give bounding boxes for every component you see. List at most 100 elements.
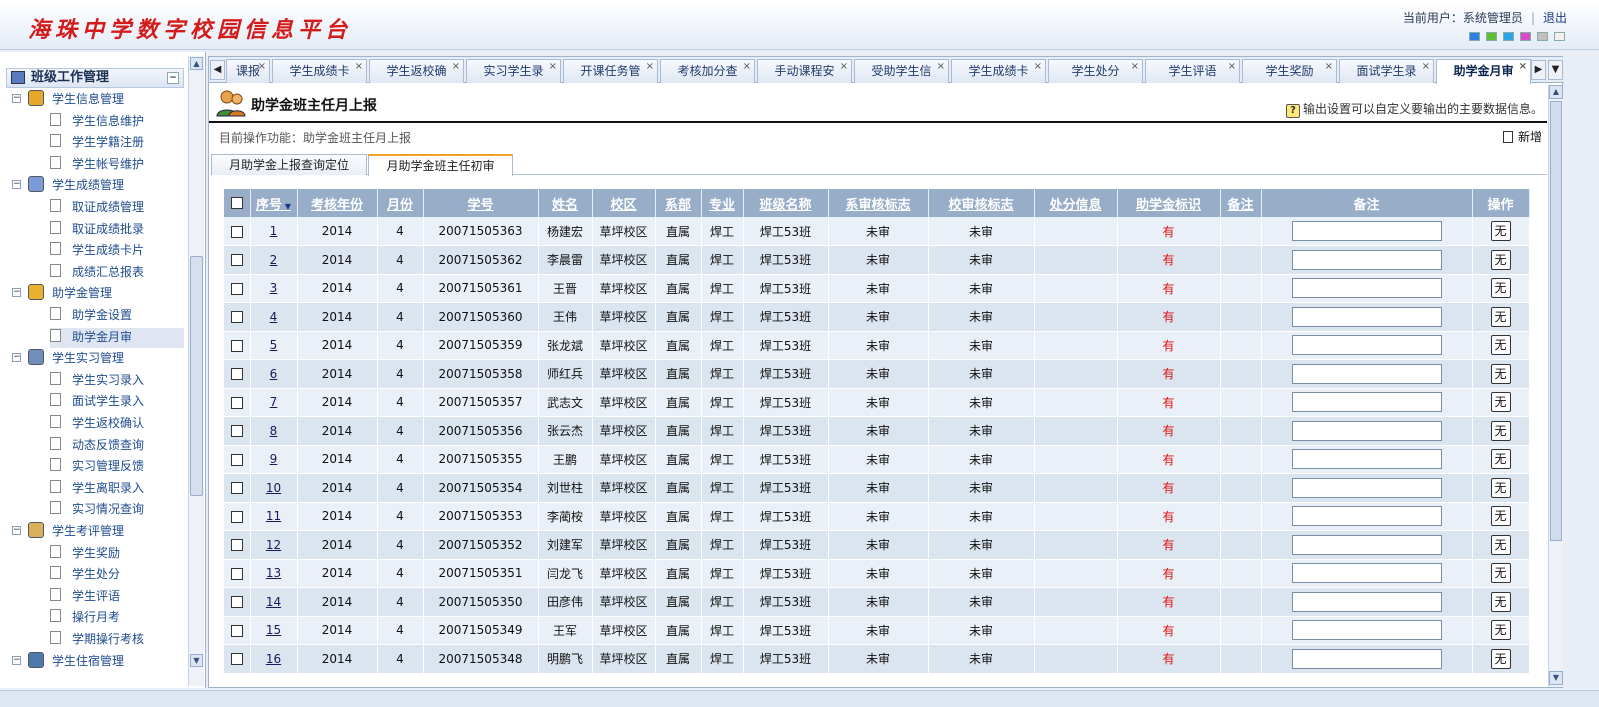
checkbox-icon[interactable] [230,254,243,267]
sidebar-item[interactable]: 取证成绩批录 [50,220,184,240]
close-icon[interactable]: × [355,56,363,78]
close-icon[interactable]: × [1422,56,1430,78]
sidebar-item[interactable]: 学生信息维护 [50,112,184,132]
column-header[interactable]: 序号 ▼ [250,189,298,217]
main-scrollbar[interactable]: ▲ ▼ [1548,85,1563,687]
theme-swatch-5[interactable] [1537,32,1548,41]
tab-prev-icon[interactable]: ◀ [210,60,225,80]
close-icon[interactable]: × [743,56,751,78]
close-icon[interactable]: × [937,56,945,78]
tab-item[interactable]: 学生成绩卡 × [272,59,367,83]
logout-link[interactable]: 退出 [1543,11,1567,25]
column-header[interactable]: 学号 [423,189,539,217]
tab-item[interactable]: 学生返校确 × [369,59,464,83]
column-header[interactable]: 助学金标识 [1117,189,1221,217]
operation-button[interactable]: 无 [1490,591,1511,612]
sidebar-item[interactable]: 学生离职录入 [50,479,184,499]
remark-input[interactable] [1291,449,1442,470]
checkbox-icon[interactable] [230,282,243,295]
checkbox-icon[interactable] [230,311,243,324]
cell-row-index[interactable]: 4 [250,302,298,332]
sidebar-item[interactable]: 面试学生录入 [50,392,184,412]
sidebar-item[interactable]: 学生帐号维护 [50,155,184,175]
tab-item[interactable]: 学生处分 × [1048,59,1143,83]
column-header[interactable]: 姓名 [538,189,593,217]
column-header[interactable]: 系部 [655,189,702,217]
checkbox-icon[interactable] [230,197,243,209]
tab-item[interactable]: 实习学生录 × [466,59,561,83]
column-header[interactable]: 专业 [701,189,744,217]
checkbox-icon[interactable] [230,453,243,466]
column-header[interactable]: 系审核标志 [828,189,929,217]
tab-next-icon[interactable]: ▶ [1531,60,1546,80]
sidebar-item[interactable]: 学生学籍注册 [50,133,184,153]
operation-button[interactable]: 无 [1490,506,1511,527]
remark-input[interactable] [1291,591,1442,612]
close-icon[interactable]: × [1325,56,1333,78]
row-checkbox[interactable] [224,616,251,645]
collapse-icon[interactable]: − [12,180,21,190]
remark-input[interactable] [1291,563,1442,584]
row-checkbox[interactable] [224,587,251,617]
sidebar-item[interactable]: 助学金设置 [50,306,184,326]
operation-button[interactable]: 无 [1490,249,1511,270]
tab-item[interactable]: 学生奖励 × [1242,59,1337,83]
tab-item[interactable]: 手动课程安 × [757,59,852,83]
row-checkbox[interactable] [224,644,251,674]
column-header[interactable]: 处分信息 [1034,189,1118,217]
cell-row-index[interactable]: 12 [250,530,298,560]
row-checkbox[interactable] [224,302,251,332]
operation-button[interactable]: 无 [1490,392,1511,413]
sidebar-item[interactable]: 动态反馈查询 [50,436,184,456]
remark-input[interactable] [1291,335,1442,356]
close-icon[interactable]: × [1228,56,1236,78]
output-hint[interactable]: ? 输出设置可以自定义要输出的主要数据信息。 [1285,100,1543,118]
sidebar-item[interactable]: 学生评语 [50,587,184,607]
cell-row-index[interactable]: 8 [250,416,298,446]
remark-input[interactable] [1291,221,1442,241]
row-checkbox[interactable] [224,502,251,531]
collapse-icon[interactable]: − [12,353,21,363]
remark-input[interactable] [1291,420,1442,441]
close-icon[interactable]: × [840,56,848,78]
cell-row-index[interactable]: 9 [250,445,298,474]
close-icon[interactable]: × [1034,56,1042,78]
cell-row-index[interactable]: 10 [250,473,298,503]
operation-button[interactable]: 无 [1490,363,1511,384]
row-checkbox[interactable] [224,530,251,560]
main-scroll-thumb[interactable] [1550,101,1562,541]
operation-button[interactable]: 无 [1490,563,1511,584]
sidebar-item[interactable]: 实习情况查询 [50,500,184,520]
checkbox-icon[interactable] [230,368,243,381]
sidebar-item[interactable]: 学生实习录入 [50,371,184,391]
sidebar-item[interactable]: 学期操行考核 [50,630,184,650]
operation-button[interactable]: 无 [1490,648,1511,669]
row-checkbox[interactable] [224,274,251,303]
operation-button[interactable]: 无 [1490,534,1511,555]
cell-row-index[interactable]: 7 [250,388,298,417]
checkbox-icon[interactable] [230,396,243,409]
cell-row-index[interactable]: 2 [250,245,298,275]
checkbox-icon[interactable] [230,596,243,609]
row-checkbox[interactable] [224,331,251,360]
row-checkbox[interactable] [224,416,251,446]
column-header[interactable]: 考核年份 [297,189,378,217]
operation-button[interactable]: 无 [1490,335,1511,356]
main-scroll-up-icon[interactable]: ▲ [1549,85,1563,99]
sidebar-item[interactable]: 学生奖励 [50,544,184,564]
row-checkbox[interactable] [224,473,251,503]
column-header[interactable]: 校审核标志 [928,189,1035,217]
remark-input[interactable] [1291,620,1442,641]
sidebar-item[interactable]: 学生返校确认 [50,414,184,434]
theme-swatch-4[interactable] [1520,32,1531,41]
close-icon[interactable]: × [452,56,460,78]
remark-input[interactable] [1291,306,1442,327]
tab-menu-icon[interactable]: ▼ [1548,60,1563,80]
remark-input[interactable] [1291,392,1442,413]
checkbox-icon[interactable] [230,567,243,580]
sidebar-item[interactable]: 操行月考 [50,608,184,628]
new-button[interactable]: 新增 [1502,128,1542,145]
scroll-down-icon[interactable]: ▼ [190,654,203,667]
checkbox-icon[interactable] [230,339,243,352]
sidebar-item[interactable]: 实习管理反馈 [50,457,184,477]
